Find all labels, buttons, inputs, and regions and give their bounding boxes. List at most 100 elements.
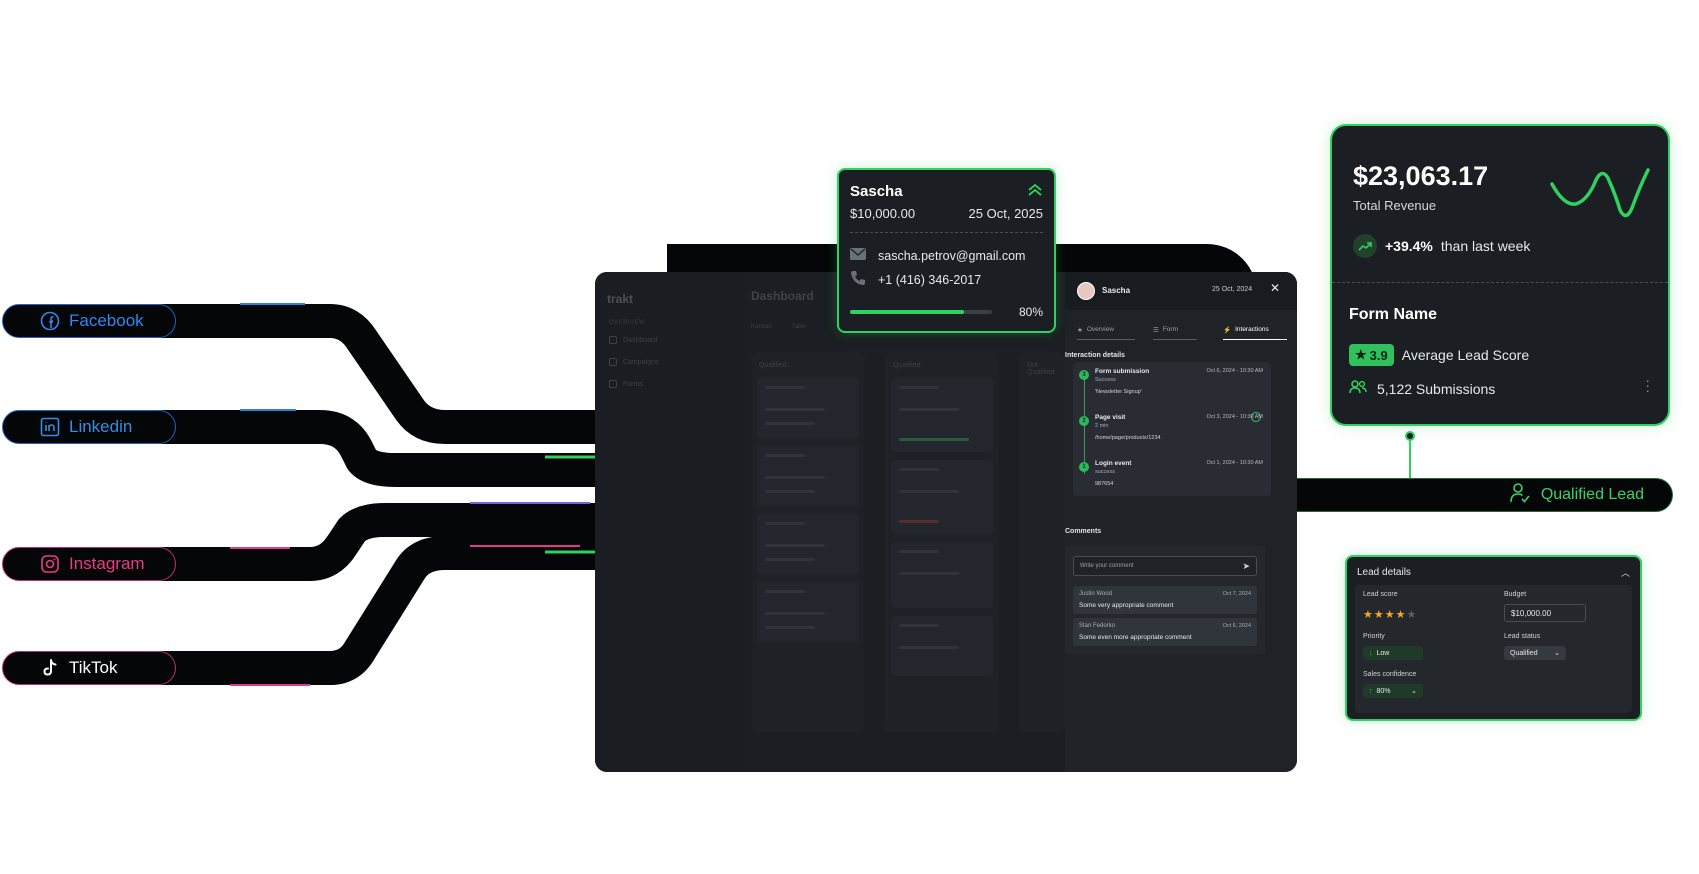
star-icon[interactable]: ★: [1385, 609, 1396, 621]
linkedin-label: Linkedin: [69, 417, 133, 436]
kanban-card[interactable]: [757, 514, 859, 574]
panel-lead-name: Sascha: [1102, 286, 1131, 295]
lead-panel: Sascha 25 Oct, 2024 ✕ ★ Overview ☰ Form ⚡ I…: [1065, 272, 1297, 772]
revenue-trend: +39.4% than last week: [1353, 234, 1530, 258]
divider: [1332, 282, 1668, 283]
sidebar-item-dashboard[interactable]: Dashboard: [609, 336, 657, 344]
tab-label: Form: [1162, 326, 1178, 333]
sparkline-icon: [1550, 168, 1650, 218]
star-icon[interactable]: ★: [1363, 609, 1374, 621]
lead-email: sascha.petrov@gmail.com: [878, 248, 1026, 263]
kanban-card[interactable]: [757, 582, 859, 642]
event-detail: /home/page/products/1234: [1095, 435, 1161, 441]
tab-label: Interactions: [1235, 326, 1269, 333]
campaigns-icon: [609, 358, 617, 366]
sidebar-item-label: Dashboard: [623, 336, 658, 344]
event-title: Page visit: [1095, 414, 1126, 421]
email-row: sascha.petrov@gmail.com: [850, 248, 1025, 263]
comment-author: Stan Fedorko: [1079, 623, 1116, 629]
close-icon[interactable]: ✕: [1270, 281, 1280, 295]
more-vertical-icon[interactable]: · · ·: [1645, 373, 1650, 397]
linkedin-pill[interactable]: Linkedin: [2, 410, 176, 444]
tab-form[interactable]: ☰ Form: [1153, 320, 1197, 340]
lead-status-label: Lead status: [1504, 633, 1541, 640]
kanban-card[interactable]: [891, 616, 993, 676]
send-icon[interactable]: ➤: [1242, 561, 1250, 572]
qualified-lead-bar: Qualified Lead: [1297, 478, 1673, 512]
event-date: Oct 6, 2024 - 10:30 AM: [1206, 368, 1263, 374]
facebook-label: Facebook: [69, 311, 144, 330]
sales-confidence-label: Sales confidence: [1363, 671, 1417, 678]
app-logo: trakt: [607, 292, 634, 306]
comment-date: Oct 6, 2024: [1222, 623, 1251, 629]
tiktok-label: TikTok: [69, 658, 118, 677]
interaction-details-title: Interaction details: [1065, 352, 1125, 359]
submissions-row: 5,122 Submissions: [1349, 380, 1495, 397]
lead-details-card[interactable]: Lead details ︿ Lead score ★★★★★ Budget $…: [1345, 555, 1642, 721]
tab-kanban[interactable]: Kanban: [751, 324, 772, 330]
user-check-icon: [1509, 482, 1531, 509]
star-icon[interactable]: ★: [1374, 609, 1385, 621]
lightning-icon: ⚡: [1223, 326, 1232, 334]
comment-input[interactable]: Write your comment ➤: [1073, 556, 1257, 576]
revenue-card[interactable]: $23,063.17 Total Revenue +39.4% than las…: [1330, 124, 1670, 426]
sidebar-item-forms[interactable]: Forms: [609, 380, 643, 388]
instagram-icon: [39, 553, 61, 575]
lead-score-row: ★ 3.9 Average Lead Score: [1349, 344, 1529, 366]
event-title: Form submission: [1095, 368, 1150, 375]
chevron-down-icon: ⌄: [1411, 688, 1417, 695]
tab-table[interactable]: Table: [792, 324, 806, 330]
event-status: Success: [1095, 377, 1116, 383]
event-date: Oct 3, 2024 - 10:30 AM: [1206, 414, 1263, 420]
budget-input[interactable]: $10,000.00: [1504, 604, 1586, 622]
chevrons-up-icon: [1028, 183, 1042, 201]
facebook-pill[interactable]: Facebook: [2, 304, 176, 338]
star-icon: ★: [1355, 347, 1367, 362]
star-icon[interactable]: ★: [1407, 609, 1418, 621]
kanban-card[interactable]: [757, 446, 859, 506]
forms-icon: [609, 380, 617, 388]
lead-name: Sascha: [850, 183, 903, 200]
tab-overview[interactable]: ★ Overview: [1077, 320, 1135, 340]
panel-header: Sascha 25 Oct, 2024 ✕: [1065, 272, 1297, 310]
event-status: success: [1095, 469, 1115, 475]
sidebar-section-label: OVERVIEW: [609, 320, 646, 326]
kanban-card[interactable]: [891, 460, 993, 534]
kanban-card[interactable]: [757, 378, 859, 438]
tiktok-pill[interactable]: TikTok: [2, 651, 176, 685]
score-value: 3.9: [1369, 347, 1388, 363]
chevron-up-icon[interactable]: ︿: [1621, 566, 1630, 579]
interaction-timeline: 3 Form submission Success 'Newsletter Si…: [1073, 362, 1271, 496]
priority-label: Priority: [1363, 633, 1385, 640]
arrow-up-icon: ↑: [1369, 687, 1373, 695]
form-name: Form Name: [1349, 306, 1438, 323]
lead-score-label: Lead score: [1363, 591, 1398, 598]
comment-text: Some even more appropriate comment: [1079, 634, 1192, 641]
tab-interactions[interactable]: ⚡ Interactions: [1223, 320, 1287, 340]
kanban-column: Qualified: [751, 352, 865, 732]
qualified-lead-label: Qualified Lead: [1540, 486, 1644, 503]
star-rating[interactable]: ★★★★★: [1363, 608, 1417, 621]
kanban-card[interactable]: [891, 378, 993, 452]
revenue-amount: $23,063.17: [1353, 161, 1489, 191]
star-icon[interactable]: ★: [1396, 609, 1407, 621]
progress-label: 80%: [1018, 305, 1043, 319]
lead-card[interactable]: Sascha $10,000.00 25 Oct, 2025 sascha.pe…: [837, 168, 1056, 333]
sales-confidence-select[interactable]: ↑ 80% ⌄: [1363, 684, 1423, 698]
priority-select[interactable]: ↓ Low: [1363, 646, 1423, 660]
budget-label: Budget: [1504, 591, 1527, 598]
mail-icon: [850, 248, 866, 263]
lead-status-select[interactable]: Qualified ⌄: [1504, 646, 1566, 660]
instagram-pill[interactable]: Instagram: [2, 547, 176, 581]
lead-phone: +1 (416) 346-2017: [878, 272, 982, 287]
kanban-card[interactable]: [891, 542, 993, 608]
dashboard-icon: [609, 336, 617, 344]
view-tabs: Kanban Table: [751, 324, 806, 330]
page-title: Dashboard: [751, 289, 814, 303]
sidebar: trakt OVERVIEW Dashboard Campaigns Forms: [595, 272, 745, 772]
database-icon: ☰: [1153, 326, 1159, 334]
sidebar-item-campaigns[interactable]: Campaigns: [609, 358, 658, 366]
priority-value: Low: [1376, 649, 1390, 657]
panel-date: 25 Oct, 2024: [1212, 286, 1253, 293]
phone-row: +1 (416) 346-2017: [850, 270, 981, 289]
